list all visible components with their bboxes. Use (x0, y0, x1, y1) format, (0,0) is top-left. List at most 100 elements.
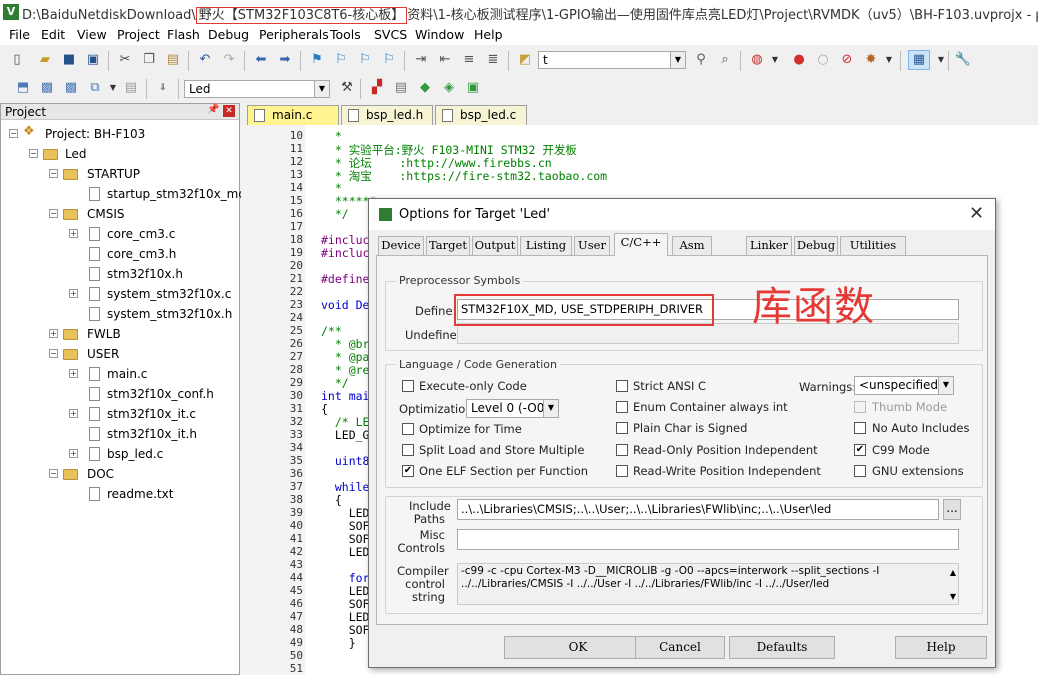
select-packs-icon[interactable]: ◈ (440, 79, 458, 97)
collapse-icon[interactable]: − (9, 129, 18, 138)
tab-asm[interactable]: Asm (672, 236, 712, 255)
include-paths-field[interactable]: ..\..\Libraries\CMSIS;..\..\User;..\..\L… (457, 499, 939, 520)
compiler-control-string-field[interactable]: -c99 -c -cpu Cortex-M3 -D__MICROLIB -g -… (457, 563, 959, 605)
navigate-back-icon[interactable]: ⬅ (252, 51, 270, 69)
tab-listing[interactable]: Listing (520, 236, 572, 255)
build-icon[interactable]: ▩ (38, 79, 56, 97)
manage-run-time-environment-icon[interactable]: ▞ (368, 79, 386, 97)
undo-icon[interactable]: ↶ (196, 51, 214, 69)
find-icon[interactable]: ⌕ (716, 51, 734, 69)
tab-linker[interactable]: Linker (746, 236, 792, 255)
tree-item-project[interactable]: Project: BH-F103 (45, 124, 145, 144)
tab-device[interactable]: Device (378, 236, 424, 255)
c99-mode-checkbox[interactable]: ✔ (854, 444, 866, 456)
tree-item-cmsis[interactable]: CMSIS (87, 204, 125, 224)
expand-icon[interactable]: + (69, 409, 78, 418)
save-all-icon[interactable]: ▣ (84, 51, 102, 69)
close-icon[interactable]: ✕ (223, 105, 235, 117)
close-icon[interactable]: ✕ (969, 203, 984, 224)
target-options-icon[interactable]: ⚒ (338, 79, 356, 97)
rw-position-independent-checkbox[interactable] (616, 465, 628, 477)
tab-bsp-led-c[interactable]: bsp_led.c (435, 105, 527, 125)
navigate-forward-icon[interactable]: ➡ (276, 51, 294, 69)
save-icon[interactable]: ■ (60, 51, 78, 69)
tree-item-core-cm3-h[interactable]: core_cm3.h (107, 244, 176, 264)
optimization-select[interactable]: Level 0 (-O0) ▼ (466, 399, 559, 418)
tab-main-c[interactable]: main.c (247, 105, 339, 125)
menu-peripherals[interactable]: Peripherals (259, 27, 329, 42)
enable-breakpoint-icon[interactable]: ○ (814, 51, 832, 69)
select-target-combo[interactable]: Led ▼ (184, 80, 330, 98)
collapse-icon[interactable]: − (29, 149, 38, 158)
kill-breakpoints-icon[interactable]: ✸ (862, 51, 880, 69)
pin-icon[interactable]: 📌 (207, 104, 219, 115)
expand-icon[interactable]: + (69, 289, 78, 298)
no-auto-includes-checkbox[interactable] (854, 422, 866, 434)
new-file-icon[interactable]: ▯ (8, 51, 26, 69)
manage-project-items-icon[interactable]: ▤ (392, 79, 410, 97)
misc-controls-field[interactable] (457, 529, 959, 550)
scroll-up-icon[interactable]: ▲ (950, 566, 956, 579)
menu-debug[interactable]: Debug (208, 27, 249, 42)
find-in-files-icon[interactable]: ◩ (516, 51, 534, 69)
tree-item-system-c[interactable]: system_stm32f10x.c (107, 284, 231, 304)
enum-container-checkbox[interactable] (616, 401, 628, 413)
menu-tools[interactable]: Tools (330, 27, 361, 42)
menu-edit[interactable]: Edit (41, 27, 65, 42)
expand-icon[interactable]: + (69, 369, 78, 378)
collapse-icon[interactable]: − (49, 209, 58, 218)
chevron-down-icon[interactable]: ▼ (104, 79, 122, 97)
tree-item-bsp-led-c[interactable]: bsp_led.c (107, 444, 163, 464)
split-load-store-checkbox[interactable] (402, 444, 414, 456)
tab-target[interactable]: Target (426, 236, 470, 255)
collapse-icon[interactable]: − (49, 169, 58, 178)
undefine-field[interactable] (457, 323, 959, 344)
menu-svcs[interactable]: SVCS (374, 27, 407, 42)
expand-icon[interactable]: + (69, 449, 78, 458)
insert-breakpoint-icon[interactable]: ● (790, 51, 808, 69)
menu-help[interactable]: Help (474, 27, 503, 42)
tree-item-fwlb[interactable]: FWLB (87, 324, 121, 344)
tab-debug[interactable]: Debug (794, 236, 838, 255)
one-elf-section-checkbox[interactable]: ✔ (402, 465, 414, 477)
disable-breakpoints-icon[interactable]: ⊘ (838, 51, 856, 69)
tab-user[interactable]: User (574, 236, 610, 255)
menu-view[interactable]: View (77, 27, 107, 42)
tree-item-system-h[interactable]: system_stm32f10x.h (107, 304, 232, 324)
gnu-extensions-checkbox[interactable] (854, 465, 866, 477)
batch-build-icon[interactable]: ⧉ (86, 79, 104, 97)
cancel-button[interactable]: Cancel (635, 636, 725, 659)
tab-bsp-led-h[interactable]: bsp_led.h (341, 105, 433, 125)
thumb-mode-checkbox[interactable] (854, 401, 866, 413)
window-layout-icon[interactable]: ▦ (908, 50, 930, 70)
tree-item-stm32f10x-h[interactable]: stm32f10x.h (107, 264, 183, 284)
stop-build-icon[interactable]: ▤ (122, 79, 140, 97)
menu-window[interactable]: Window (415, 27, 464, 42)
tree-item-it-h[interactable]: stm32f10x_it.h (107, 424, 197, 444)
redo-icon[interactable]: ↷ (220, 51, 238, 69)
uncomment-icon[interactable]: ≣ (484, 51, 502, 69)
next-bookmark-icon[interactable]: ⚐ (356, 51, 374, 69)
tree-item-readme[interactable]: readme.txt (107, 484, 173, 504)
chevron-down-icon[interactable]: ▼ (880, 51, 898, 69)
scroll-down-icon[interactable]: ▼ (950, 590, 956, 603)
copy-icon[interactable]: ❐ (140, 51, 158, 69)
warnings-select[interactable]: <unspecified> ▼ (854, 376, 954, 395)
cut-icon[interactable]: ✂ (116, 51, 134, 69)
expand-icon[interactable]: + (69, 229, 78, 238)
ro-position-independent-checkbox[interactable] (616, 444, 628, 456)
download-load-icon[interactable]: ⇩ (154, 79, 172, 97)
tree-item-it-c[interactable]: stm32f10x_it.c (107, 404, 196, 424)
chevron-down-icon[interactable]: ▼ (670, 52, 685, 68)
tree-item-startup-file[interactable]: startup_stm32f10x_md.s (107, 184, 256, 204)
unindent-icon[interactable]: ⇤ (436, 51, 454, 69)
paste-icon[interactable]: ▤ (164, 51, 182, 69)
open-folder-icon[interactable]: ▰ (36, 51, 54, 69)
collapse-icon[interactable]: − (49, 349, 58, 358)
collapse-icon[interactable]: − (49, 469, 58, 478)
menu-file[interactable]: File (9, 27, 30, 42)
tab-output[interactable]: Output (472, 236, 518, 255)
tree-item-led-target[interactable]: Led (65, 144, 86, 164)
menu-flash[interactable]: Flash (167, 27, 200, 42)
software-packs-icon[interactable]: ▣ (464, 79, 482, 97)
